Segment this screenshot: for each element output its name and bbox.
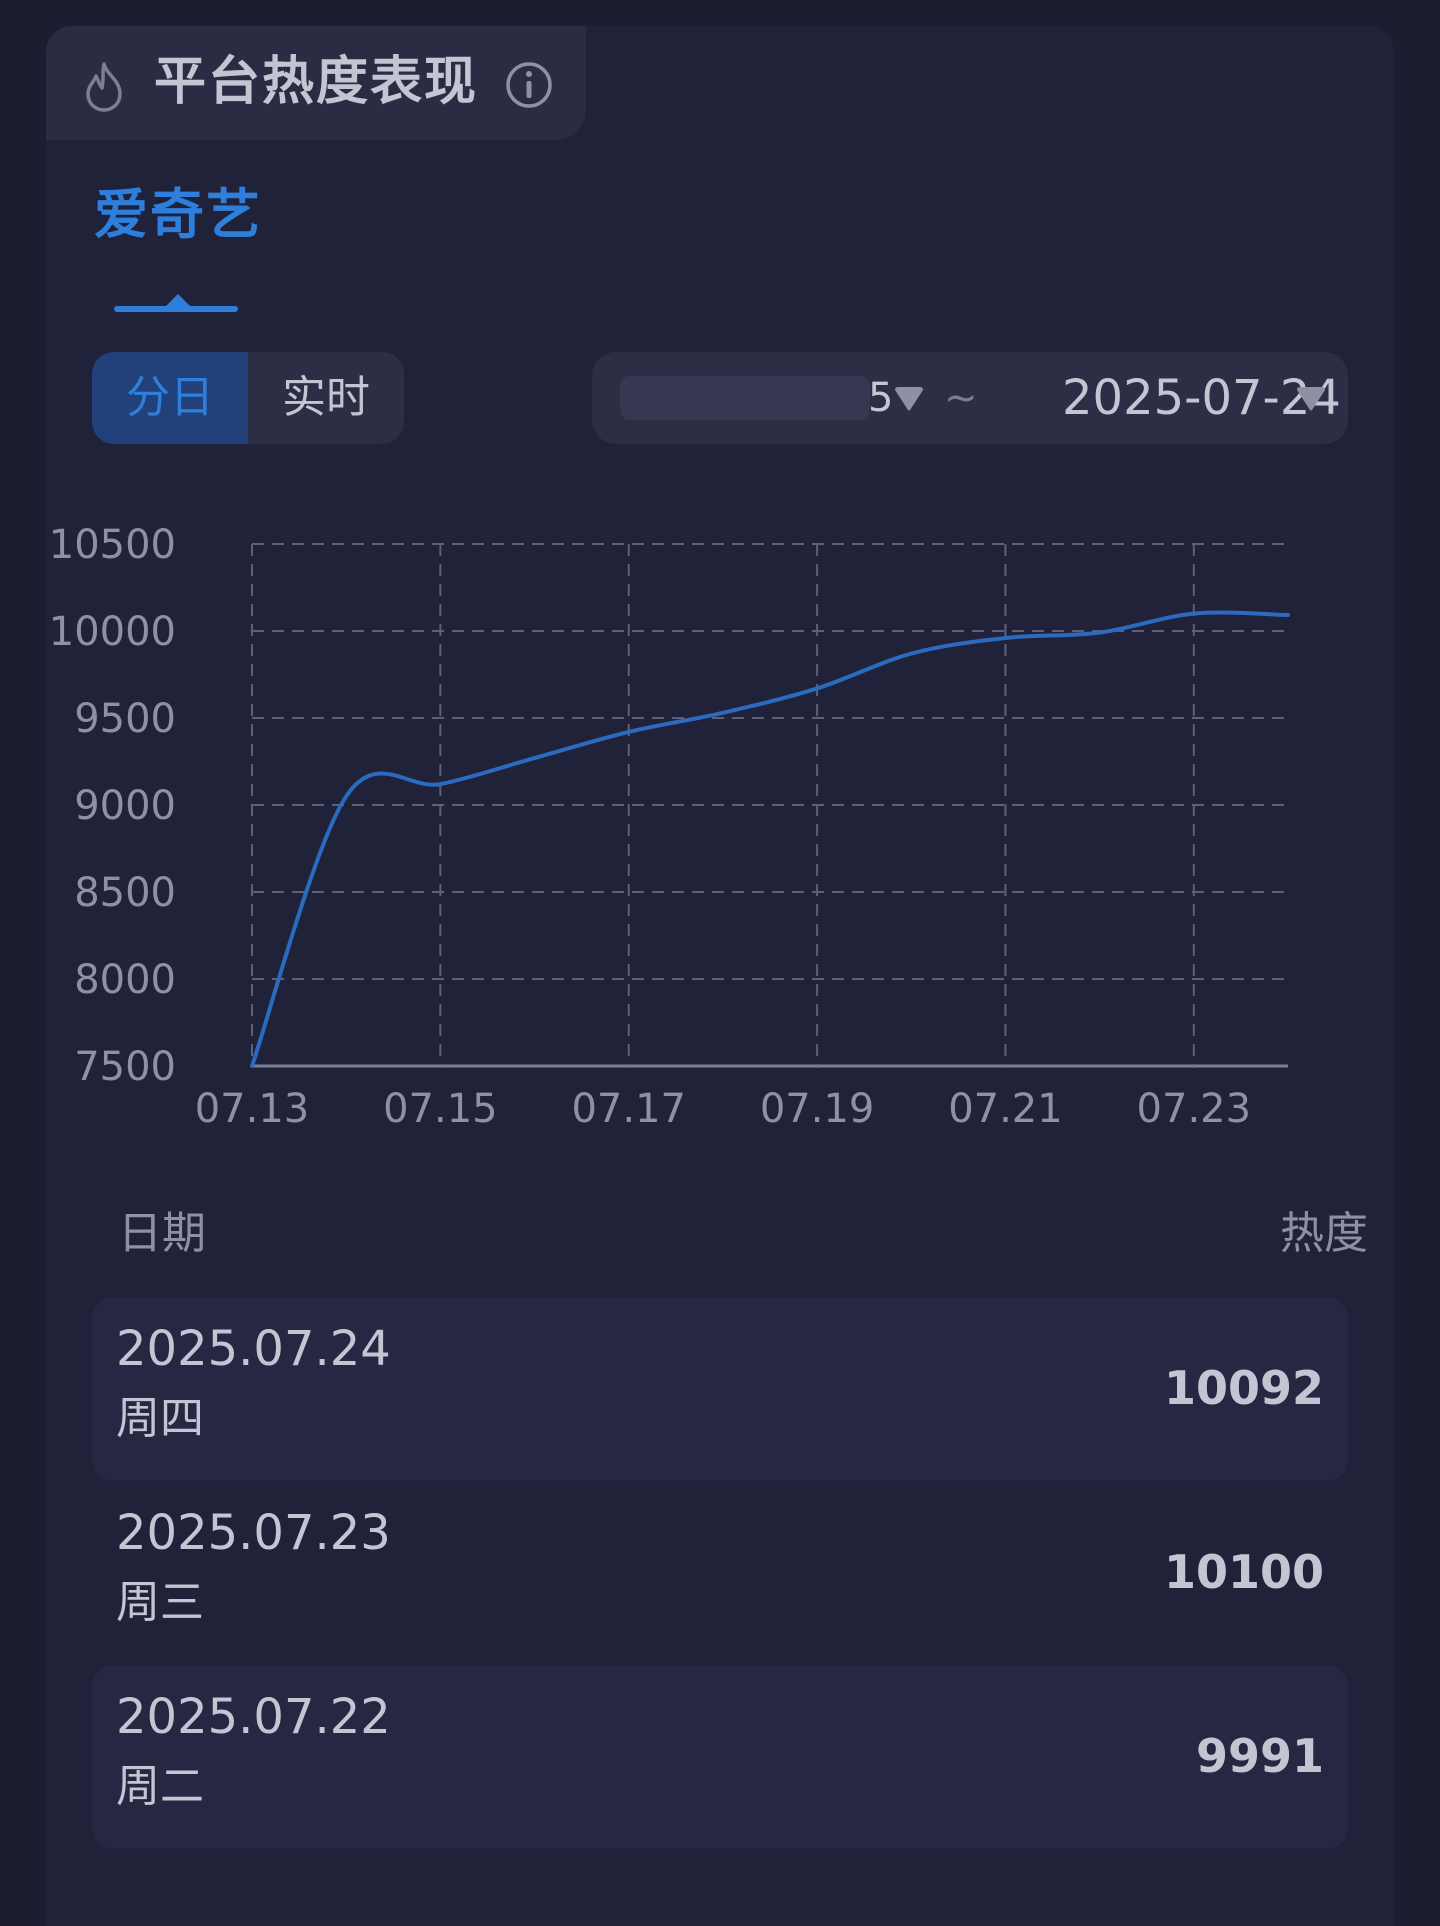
y-tick-label: 10000	[49, 609, 176, 655]
x-tick-label: 07.21	[948, 1086, 1063, 1132]
toggle-daily-button[interactable]: 分日	[92, 352, 248, 444]
row-date: 2025.07.22	[116, 1689, 391, 1745]
table-row[interactable]: 2025.07.22 周二 9991	[92, 1666, 1348, 1848]
flame-icon	[86, 62, 122, 112]
tab-iqiyi[interactable]: 爱奇艺	[94, 180, 262, 250]
x-tick-label: 07.19	[760, 1086, 875, 1132]
x-tick-label: 07.23	[1137, 1086, 1252, 1132]
table-row[interactable]: 2025.07.24 周四 10092	[92, 1298, 1348, 1480]
y-tick-label: 8000	[74, 957, 176, 1003]
column-header-heat: 热度	[1280, 1208, 1368, 1259]
row-weekday: 周三	[116, 1577, 204, 1628]
toggle-realtime-button[interactable]: 实时	[248, 352, 404, 444]
active-tab-underline	[114, 306, 238, 312]
row-weekday: 周四	[116, 1393, 204, 1444]
caret-down-icon[interactable]	[1294, 384, 1328, 414]
info-icon[interactable]	[504, 60, 554, 110]
column-header-date: 日期	[118, 1208, 206, 1259]
card-title-tab: 平台热度表现	[46, 26, 586, 140]
range-separator: ~	[944, 375, 978, 421]
row-heat-value: 9991	[1195, 1729, 1324, 1783]
x-tick-label: 07.15	[383, 1086, 498, 1132]
card-title: 平台热度表现	[154, 52, 479, 112]
platform-heat-card: 平台热度表现 爱奇艺 分日 实时 5 ~ 2025-07-24 10500 100…	[46, 26, 1394, 1926]
series-line	[250, 610, 1290, 1068]
y-tick-label: 8500	[74, 870, 176, 916]
start-date-redacted[interactable]	[620, 376, 870, 420]
row-date: 2025.07.23	[116, 1505, 391, 1561]
x-tick-label: 07.13	[195, 1086, 310, 1132]
active-tab-indicator	[166, 294, 190, 306]
row-date: 2025.07.24	[116, 1321, 391, 1377]
caret-down-icon[interactable]	[892, 384, 926, 414]
table-row[interactable]: 2025.07.23 周三 10100	[92, 1482, 1348, 1664]
y-tick-label: 10500	[49, 522, 176, 568]
start-date-value[interactable]: 5	[868, 372, 893, 424]
row-weekday: 周二	[116, 1761, 204, 1812]
mode-toggle: 分日 实时	[92, 352, 404, 444]
heat-line-chart: 10500 10000 9500 9000 8500 8000 7500 07.13 07.15…	[49, 522, 1290, 1132]
row-heat-value: 10100	[1163, 1545, 1324, 1599]
y-tick-label: 7500	[74, 1044, 176, 1090]
y-tick-label: 9500	[74, 696, 176, 742]
row-heat-value: 10092	[1163, 1361, 1324, 1415]
y-tick-label: 9000	[74, 783, 176, 829]
date-range-picker[interactable]: 5 ~ 2025-07-24	[592, 352, 1348, 444]
x-tick-label: 07.17	[571, 1086, 686, 1132]
